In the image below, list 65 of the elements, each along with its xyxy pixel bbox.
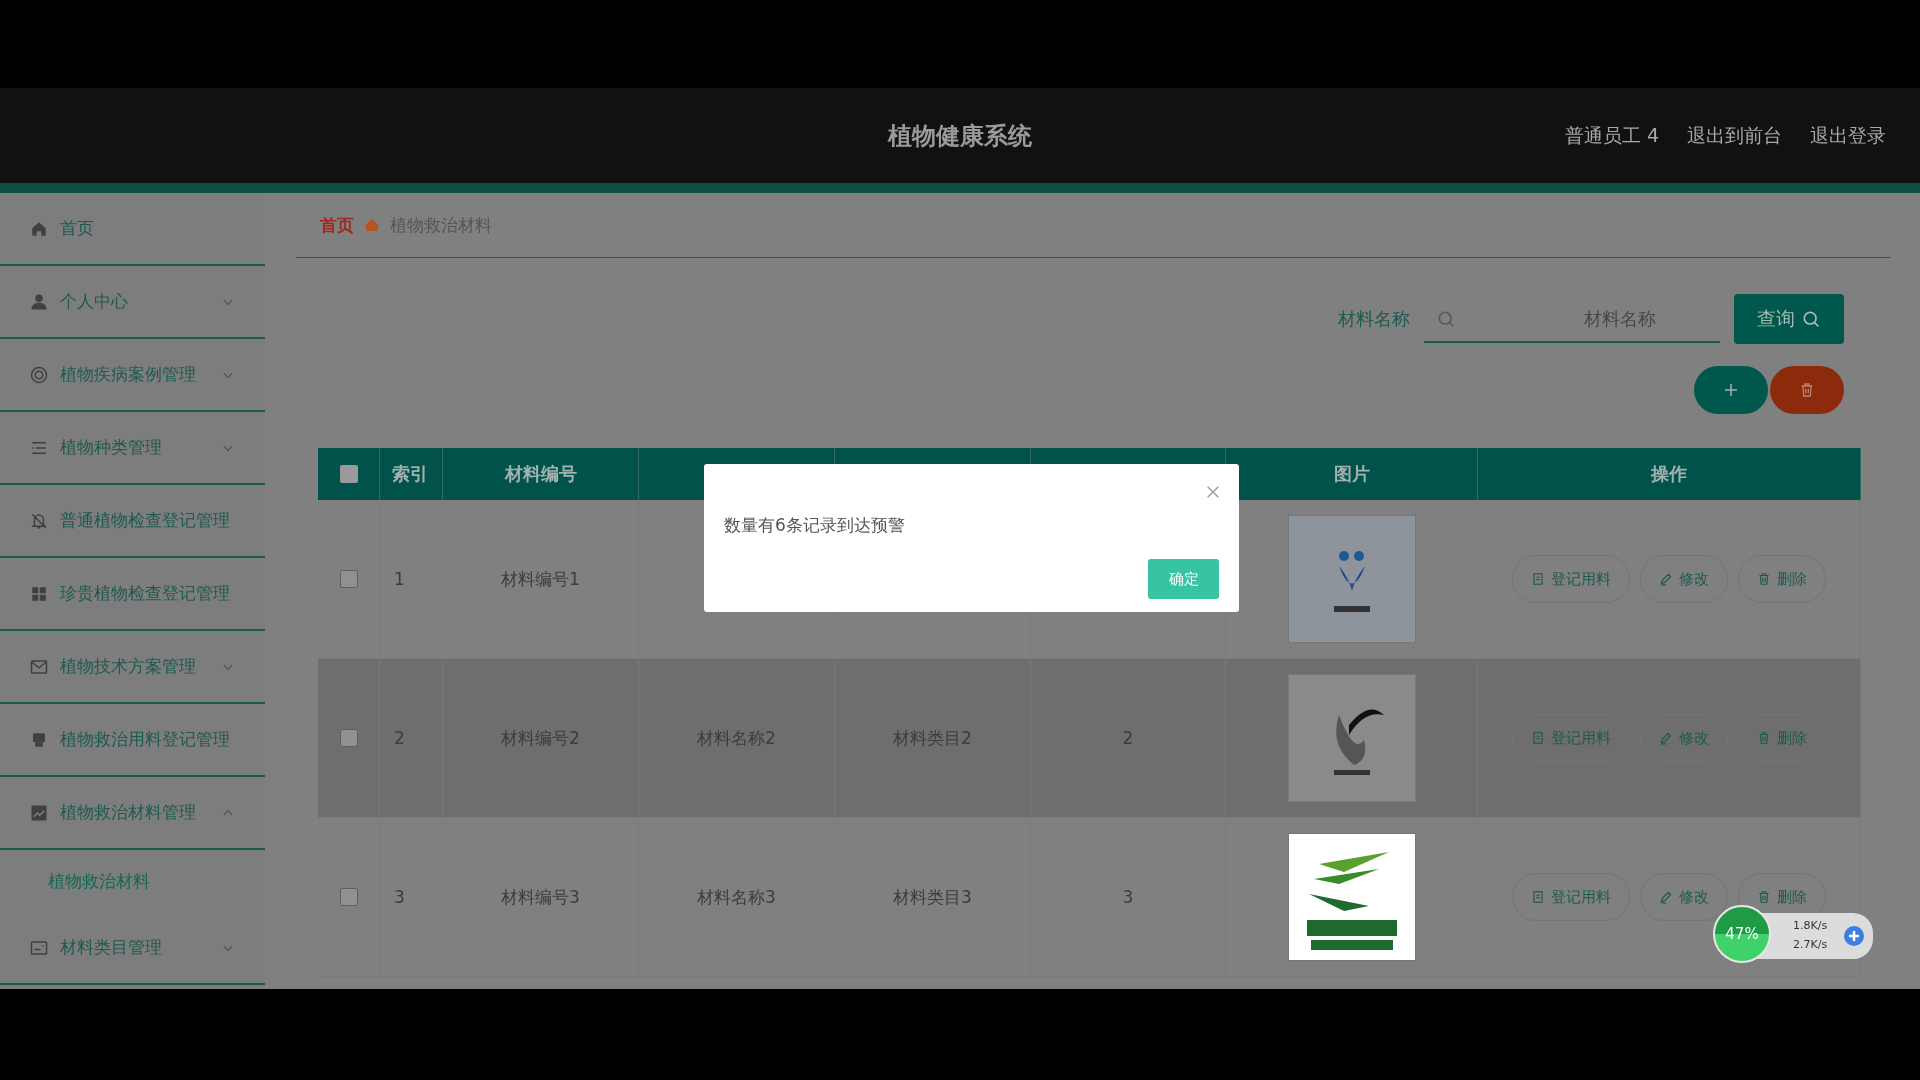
trash-icon: [1799, 382, 1815, 398]
home-icon: [364, 217, 380, 233]
upload-speed: 1.8K/s: [1793, 919, 1828, 932]
search-field[interactable]: 材料名称: [1424, 295, 1720, 343]
sidebar-item[interactable]: 材料类目管理: [0, 912, 265, 985]
mail-icon: [30, 657, 48, 676]
search-icon: [1801, 309, 1821, 329]
pencil-icon: [1659, 731, 1673, 745]
table-cell: 材料类目3: [893, 885, 972, 909]
lifebuoy-icon: [30, 365, 48, 384]
sidebar-item[interactable]: 珍贵植物检查登记管理: [0, 558, 265, 631]
document-icon: [1531, 890, 1545, 904]
column-header: 索引: [392, 462, 428, 486]
sidebar-item[interactable]: 植物种类管理: [0, 412, 265, 485]
header-link[interactable]: 退出到前台: [1687, 122, 1782, 149]
document-icon: [1531, 731, 1545, 745]
sidebar-item[interactable]: 植物救治材料管理: [0, 777, 265, 850]
bell-off-icon: [30, 511, 48, 530]
confirm-button[interactable]: 确定: [1148, 559, 1219, 599]
table-cell: 3: [394, 887, 405, 907]
person-icon: [30, 292, 48, 311]
sidebar-subitem[interactable]: 植物救治材料: [48, 869, 150, 893]
checkbox[interactable]: [339, 570, 358, 588]
table-cell: 1: [394, 569, 405, 589]
dialog-message: 数量有6条记录到达预警: [724, 514, 906, 537]
trash-icon: [1757, 731, 1771, 745]
search-icon: [1436, 309, 1456, 329]
column-header: 操作: [1651, 462, 1687, 486]
sidebar-item[interactable]: 植物技术方案管理: [0, 631, 265, 704]
document-icon: [1531, 572, 1545, 586]
app-title: 植物健康系统: [888, 120, 1032, 152]
header-link[interactable]: 普通员工 4: [1564, 122, 1659, 149]
delete-button[interactable]: [1770, 366, 1844, 414]
plus-icon: [1722, 381, 1740, 399]
close-button[interactable]: [1205, 484, 1221, 500]
column-header: 材料编号: [504, 462, 577, 486]
pencil-icon: [1659, 572, 1673, 586]
add-button[interactable]: [1694, 366, 1768, 414]
table-cell: 材料编号1: [501, 567, 580, 591]
plus-icon: [1843, 925, 1865, 947]
close-icon: [1205, 484, 1221, 500]
checkbox[interactable]: [339, 465, 358, 483]
pencil-icon: [1659, 890, 1673, 904]
checkbox[interactable]: [339, 888, 358, 906]
header-link[interactable]: 退出登录: [1810, 122, 1886, 149]
search-label: 材料名称: [1338, 307, 1410, 331]
download-speed: 2.7K/s: [1793, 938, 1828, 951]
trash-icon: [1757, 572, 1771, 586]
column-header: 图片: [1333, 462, 1370, 486]
grid-icon: [30, 584, 48, 603]
sidebar-item[interactable]: 个人中心: [0, 266, 265, 339]
card-icon: [30, 938, 48, 957]
sidebar-item[interactable]: 植物疾病案例管理: [0, 339, 265, 412]
trash-icon: [1757, 890, 1771, 904]
sidebar-item[interactable]: 植物救治用料登记管理: [0, 704, 265, 777]
checkbox[interactable]: [339, 729, 358, 747]
table-cell: 3: [1122, 887, 1134, 907]
chart-icon: [30, 803, 48, 822]
printer-icon: [30, 730, 48, 749]
search-button[interactable]: 查询: [1734, 294, 1844, 344]
table-cell: 材料名称3: [697, 885, 776, 909]
sidebar-item[interactable]: 首页: [0, 193, 265, 266]
sidebar-item[interactable]: 普通植物检查登记管理: [0, 485, 265, 558]
breadcrumb-item[interactable]: 首页: [320, 213, 354, 237]
table-cell: 材料编号3: [501, 885, 580, 909]
